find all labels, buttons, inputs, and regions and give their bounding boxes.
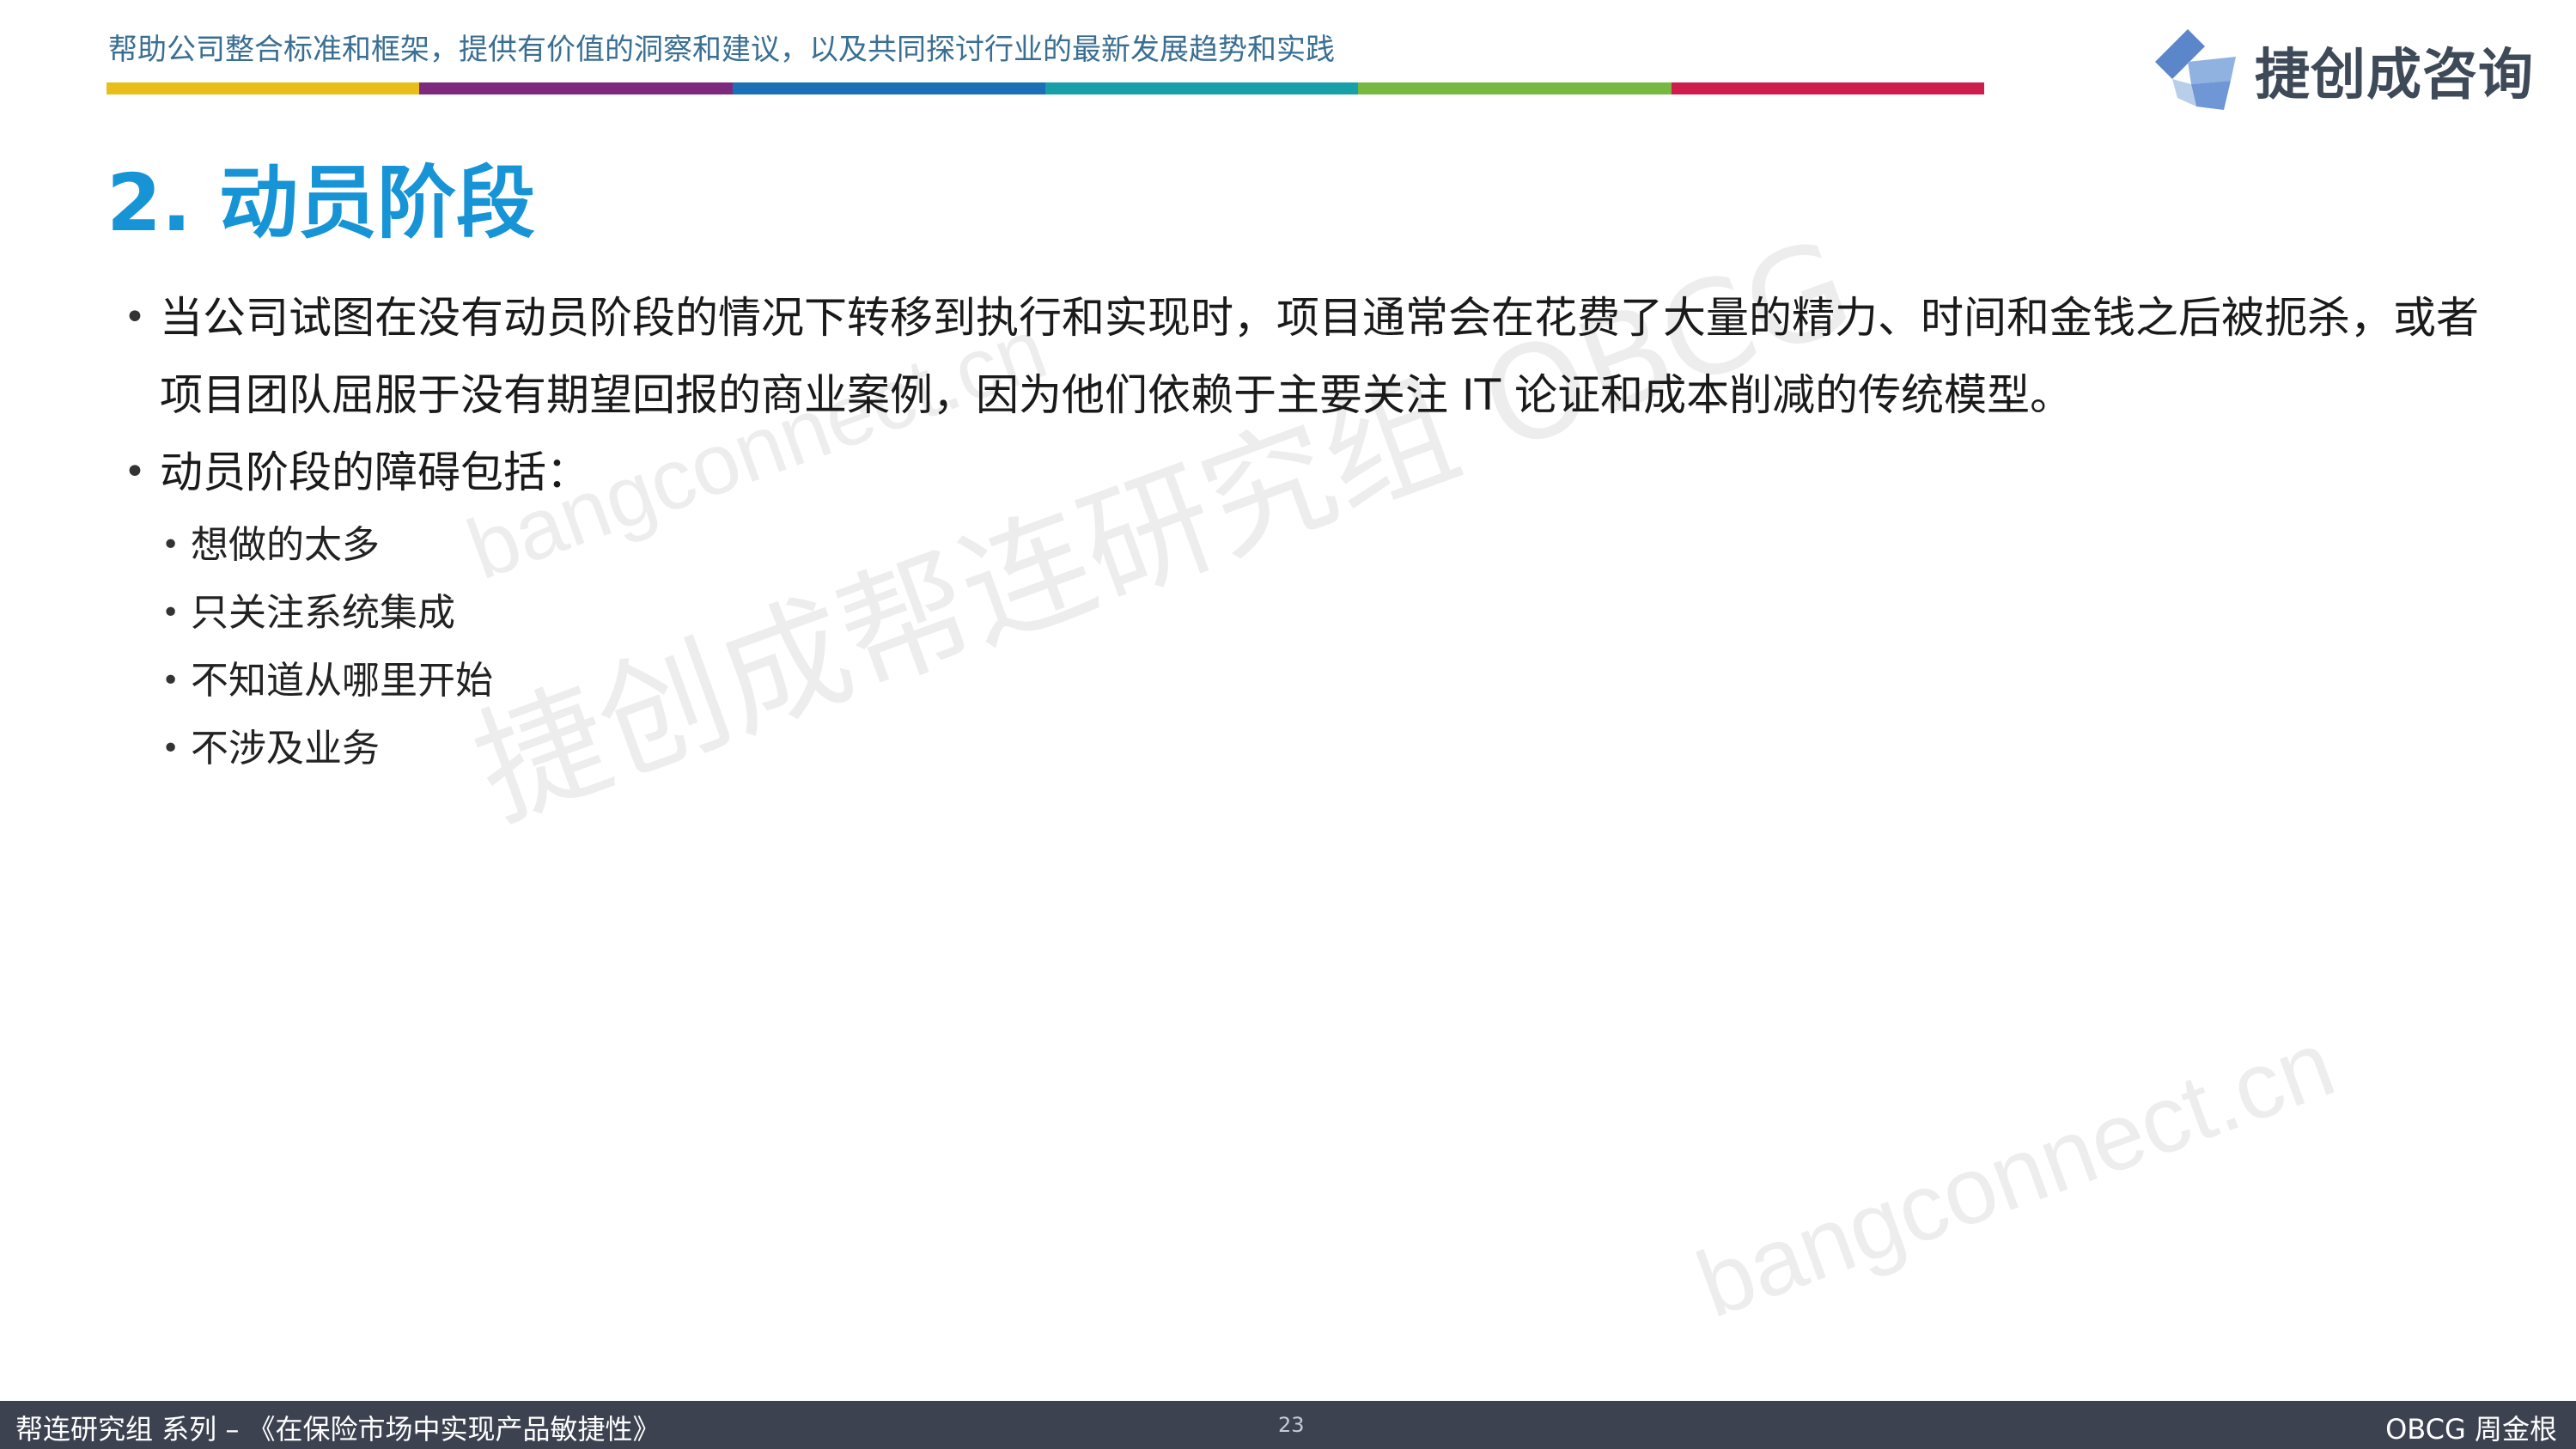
color-bar-segment (1044, 82, 1359, 94)
bullet-list: • 当公司试图在没有动员阶段的情况下转移到执行和实现时，项目通常会在花费了大量的… (120, 279, 2491, 782)
bullet-item: • 当公司试图在没有动员阶段的情况下转移到执行和实现时，项目通常会在花费了大量的… (120, 279, 2491, 434)
bullet-dot-icon: • (161, 731, 180, 766)
sub-bullet-item: • 不知道从哪里开始 (161, 647, 2491, 715)
page-number: 23 (1278, 1413, 1305, 1437)
bullet-dot-icon: • (161, 663, 180, 698)
sub-bullet-text: 不涉及业务 (191, 727, 380, 770)
header-color-bar (107, 82, 1984, 94)
cube-icon (2155, 29, 2236, 110)
logo-text: 捷创成咨询 (2255, 44, 2534, 107)
sub-bullet-item: • 只关注系统集成 (161, 579, 2491, 647)
bullet-dot-icon: • (161, 527, 180, 563)
header-tagline: 帮助公司整合标准和框架，提供有价值的洞察和建议，以及共同探讨行业的最新发展趋势和… (108, 33, 1335, 67)
sub-bullet-item: • 想做的太多 (161, 511, 2491, 579)
sub-bullet-text: 不知道从哪里开始 (191, 659, 493, 703)
color-bar-segment (107, 82, 420, 94)
sub-bullet-text: 只关注系统集成 (191, 591, 455, 635)
footer-author: OBCG 周金根 (2385, 1413, 2557, 1446)
color-bar-segment (1358, 82, 1672, 94)
footer-bar: 帮连研究组 系列 – 《在保险市场中实现产品敏捷性》 23 OBCG 周金根 (0, 1401, 2576, 1449)
bullet-dot-icon: • (124, 295, 146, 339)
color-bar-segment (419, 82, 733, 94)
bullet-text: 动员阶段的障碍包括： (160, 447, 589, 497)
bullet-item: • 动员阶段的障碍包括： (120, 434, 2491, 511)
color-bar-segment (1671, 82, 1984, 94)
watermark-url: bangconnect.cn (1684, 1010, 2348, 1338)
color-bar-segment (732, 82, 1045, 94)
bullet-dot-icon: • (124, 450, 146, 494)
bullet-text: 当公司试图在没有动员阶段的情况下转移到执行和实现时，项目通常会在花费了大量的精力… (160, 293, 2479, 420)
slide-title: 2. 动员阶段 (107, 157, 535, 249)
footer-series-title: 帮连研究组 系列 – 《在保险市场中实现产品敏捷性》 (15, 1413, 661, 1446)
bullet-dot-icon: • (161, 595, 180, 630)
sub-bullet-text: 想做的太多 (191, 523, 380, 567)
company-logo: 捷创成咨询 (2152, 27, 2534, 113)
sub-bullet-item: • 不涉及业务 (161, 715, 2491, 782)
sub-bullet-list: • 想做的太多 • 只关注系统集成 • 不知道从哪里开始 • 不涉及业务 (120, 511, 2491, 782)
